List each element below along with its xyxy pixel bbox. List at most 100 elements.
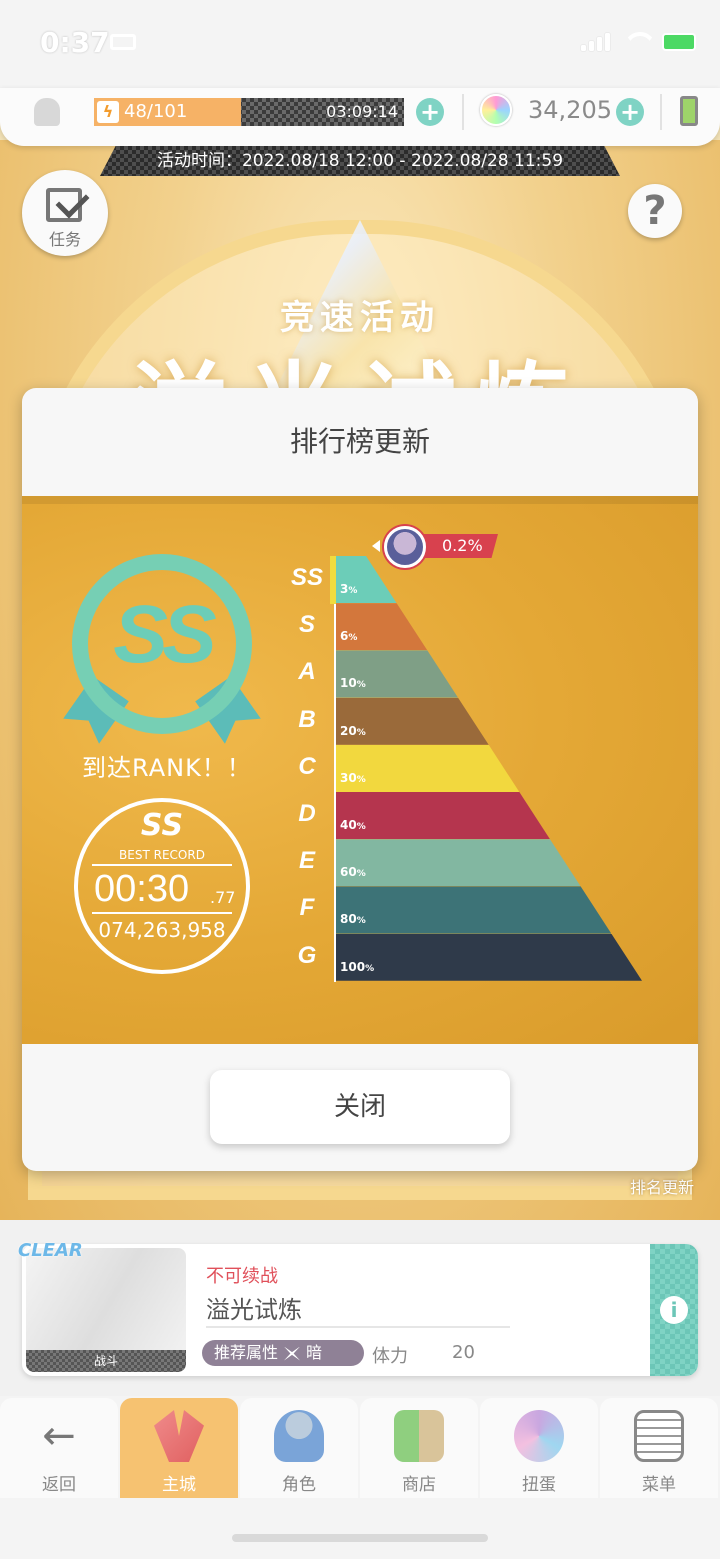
nav-label: 返回 xyxy=(42,1475,76,1495)
tier-band-c xyxy=(336,744,520,792)
stamina-timer: 03:09:14 xyxy=(326,102,398,121)
tier-band-d xyxy=(336,792,550,840)
record-rank: SS xyxy=(140,808,184,843)
dialog-title: 排行榜更新 xyxy=(289,425,430,458)
nav-shop[interactable]: 商店 xyxy=(360,1398,478,1498)
status-icons xyxy=(581,32,696,52)
tier-letter: SS xyxy=(290,564,323,591)
close-button[interactable]: 关闭 xyxy=(210,1070,510,1144)
player-percent: 0.2% xyxy=(442,536,483,555)
tier-band-f xyxy=(336,886,612,934)
nav-gacha[interactable]: 扭蛋 xyxy=(480,1398,598,1498)
add-gems-button[interactable]: + xyxy=(616,98,644,126)
attribute-label: 推荐属性 xyxy=(214,1343,279,1362)
nav-character[interactable]: 角色 xyxy=(240,1398,358,1498)
nav-label: 菜单 xyxy=(642,1475,676,1495)
tier-letter: D xyxy=(298,800,316,827)
shop-icon xyxy=(394,1410,444,1462)
nav-menu[interactable]: 菜单 xyxy=(600,1398,718,1498)
stamina-bar: ϟ 48/101 03:09:14 xyxy=(94,98,404,126)
task-button[interactable]: 任务 xyxy=(22,170,108,256)
badge-rank-text: SS xyxy=(113,589,216,680)
task-label: 任务 xyxy=(48,230,81,249)
tier-band-a xyxy=(336,650,458,698)
rank-badge: SS xyxy=(72,554,252,734)
stage-card[interactable]: 战斗 不可续战 溢光试炼 推荐属性 暗 体力 20 i xyxy=(22,1244,698,1376)
clear-tag: CLEAR xyxy=(18,1240,83,1261)
tier-band-b xyxy=(336,697,489,745)
gem-count: 34,205 xyxy=(528,96,612,124)
tier-letter: C xyxy=(298,752,316,780)
reach-rank-text: 到达RANK！！ xyxy=(82,754,252,782)
rank-update-label[interactable]: 排名更新 xyxy=(630,1174,694,1198)
sleep-mode-icon xyxy=(110,34,136,50)
character-icon xyxy=(274,1410,324,1462)
nav-label: 角色 xyxy=(282,1475,316,1495)
attribute-value: 暗 xyxy=(306,1343,323,1362)
tier-percent: 30% xyxy=(340,770,366,785)
stage-status: 不可续战 xyxy=(206,1266,278,1287)
stamina-cost-label: 体力 xyxy=(372,1346,408,1367)
lightning-icon: ϟ xyxy=(97,101,119,123)
stamina-cost-value: 20 xyxy=(452,1342,475,1363)
record-score: 074,263,958 xyxy=(98,918,226,942)
menu-icon xyxy=(634,1410,684,1462)
stamina-value: 48/101 xyxy=(124,101,188,122)
divider xyxy=(206,1326,510,1328)
resource-bar: ϟ 48/101 03:09:14 + 34,205 + xyxy=(0,88,720,146)
tier-band-e xyxy=(336,839,581,887)
pyramid-axis xyxy=(334,556,336,982)
tier-percent: 6% xyxy=(340,629,358,644)
bell-icon[interactable] xyxy=(34,98,60,126)
nav-main-city[interactable]: 主城 xyxy=(120,1398,238,1498)
tier-letter: G xyxy=(297,941,317,969)
best-record-label: BEST RECORD xyxy=(119,848,205,862)
tier-percent: 40% xyxy=(340,818,366,832)
gem-icon xyxy=(480,94,512,126)
tier-band-s xyxy=(336,603,428,651)
nav-label: 主城 xyxy=(162,1475,196,1495)
help-button[interactable]: ? xyxy=(628,184,682,238)
dark-attribute-icon xyxy=(284,1346,301,1361)
nav-label: 扭蛋 xyxy=(522,1475,556,1495)
wifi-icon xyxy=(622,32,650,52)
current-tier-marker xyxy=(330,556,336,604)
nav-label: 商店 xyxy=(402,1475,436,1495)
main-city-icon xyxy=(154,1410,204,1462)
tier-letter: A xyxy=(298,658,316,686)
back-arrow-icon: ← xyxy=(42,1413,76,1459)
info-icon: i xyxy=(660,1296,688,1324)
tier-percent: 60% xyxy=(340,865,366,880)
checklist-icon xyxy=(46,188,82,222)
divider xyxy=(462,94,464,130)
ranking-update-dialog: 排行榜更新 SS 到达RANK！！ SS BEST RECORD 00:30 .… xyxy=(22,388,698,1171)
tier-band-ss xyxy=(336,556,397,604)
divider xyxy=(92,864,232,866)
best-record-circle: SS BEST RECORD 00:30 .77 074,263,958 xyxy=(74,798,250,974)
panel-shade xyxy=(22,496,698,504)
event-time-banner: 活动时间：2022.08/18 12:00 - 2022.08/28 11:59 xyxy=(100,146,620,176)
nav-back[interactable]: ← 返回 xyxy=(0,1398,118,1498)
stage-name: 溢光试炼 xyxy=(206,1296,302,1324)
tier-percent: 80% xyxy=(340,912,366,927)
player-avatar xyxy=(384,526,426,568)
tier-percent: 10% xyxy=(340,676,366,691)
stage-info-button[interactable]: i xyxy=(650,1244,698,1376)
record-time: 00:30 xyxy=(94,868,190,910)
battery-icon xyxy=(662,33,696,51)
phone-battery-icon xyxy=(680,96,698,126)
tier-letter: B xyxy=(298,705,316,733)
tier-percent: 20% xyxy=(340,723,366,738)
tier-letter: S xyxy=(298,611,315,639)
record-milliseconds: .77 xyxy=(210,888,236,907)
home-indicator[interactable] xyxy=(232,1534,488,1542)
tier-letter: F xyxy=(299,894,315,922)
clock: 0:37 xyxy=(40,26,110,59)
cellular-signal-icon xyxy=(581,33,610,51)
divider xyxy=(660,94,662,130)
add-stamina-button[interactable]: + xyxy=(416,98,444,126)
divider xyxy=(92,912,232,914)
player-pointer-icon xyxy=(372,540,380,552)
tier-percent: 3% xyxy=(340,582,358,596)
status-bar: 0:37 xyxy=(0,0,720,88)
